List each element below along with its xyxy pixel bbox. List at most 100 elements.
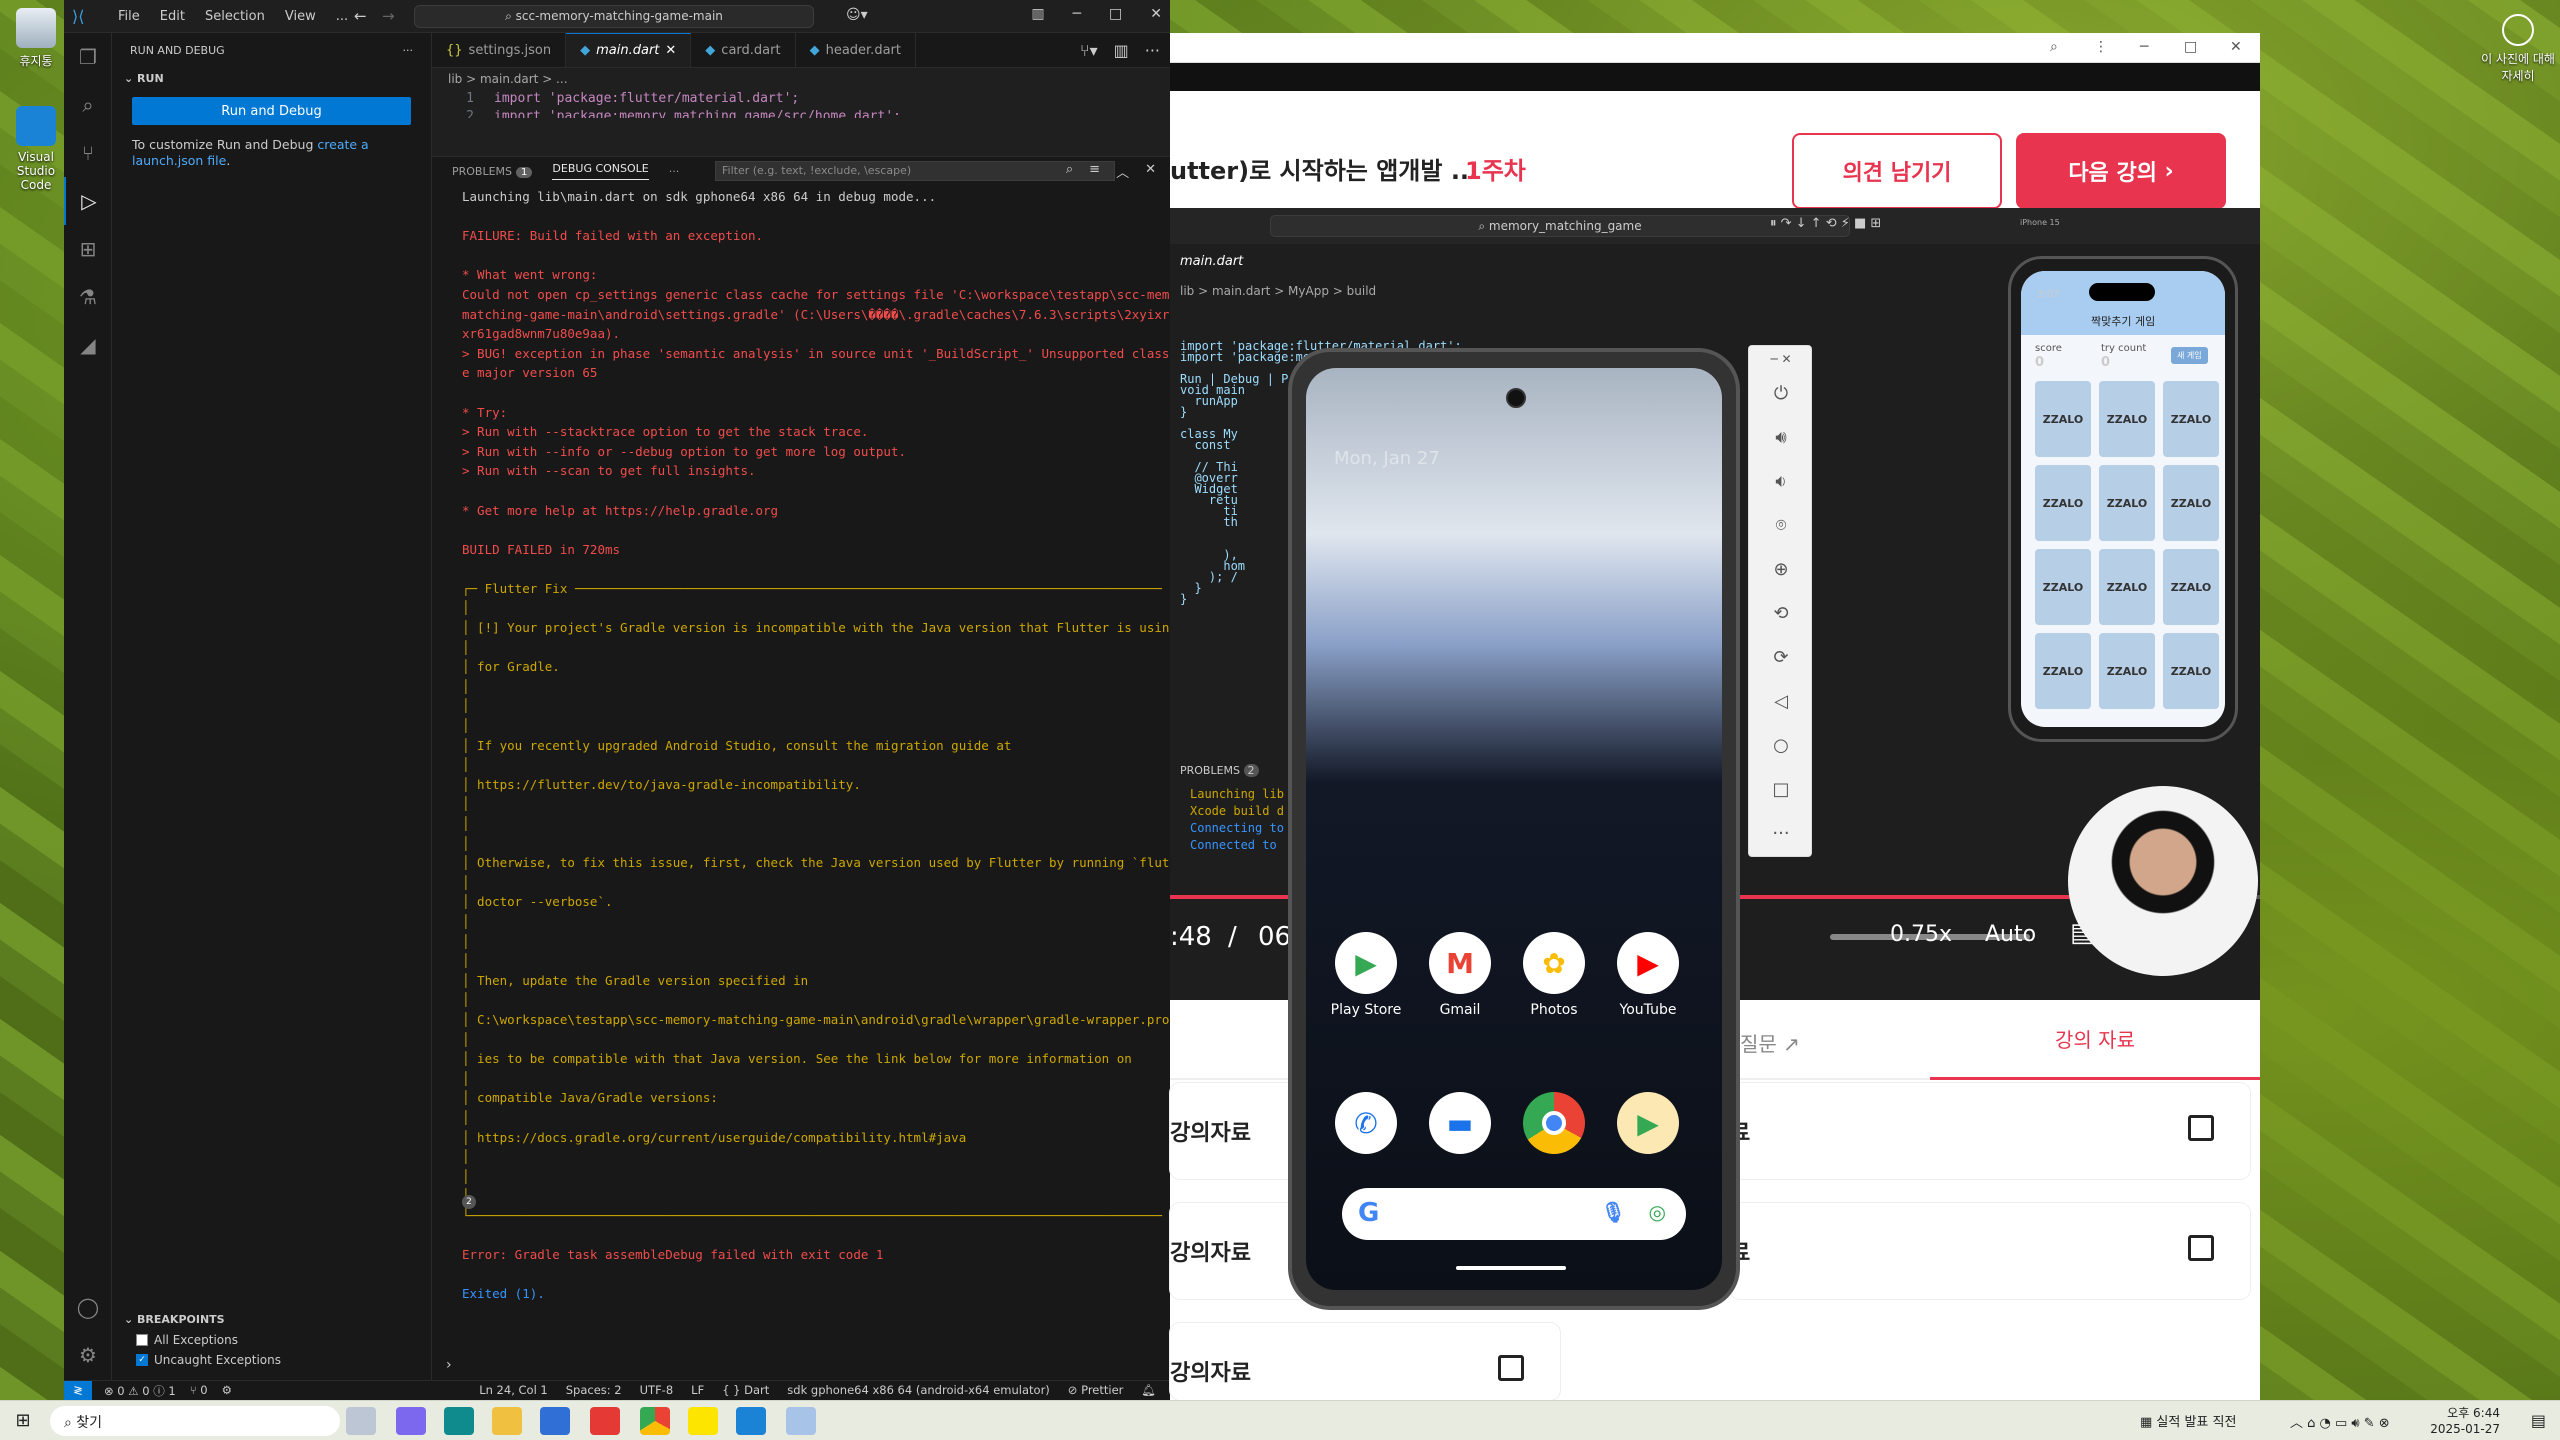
maximize-panel-icon[interactable]: ︿: [1116, 162, 1129, 181]
playback-speed[interactable]: 0.75x: [1890, 922, 1952, 947]
cursor-position[interactable]: Ln 24, Col 1: [479, 1383, 548, 1397]
tab-questions[interactable]: 질문 ↗: [1740, 1028, 1800, 1057]
source-control-icon[interactable]: ⑂: [64, 129, 112, 177]
memory-card[interactable]: ZZALO: [2163, 633, 2219, 709]
quality-selector[interactable]: Auto: [1985, 922, 2036, 947]
volume-up-icon[interactable]: 🔊︎: [1749, 416, 1813, 460]
close-icon[interactable]: ✕: [1150, 6, 1162, 22]
taskbar-search[interactable]: ⌕ 찾기: [50, 1406, 340, 1436]
android-screen[interactable]: Mon, Jan 27 ▶ Play Store M Gmail ✿ Photos ▶…: [1306, 368, 1722, 1290]
run-section-title[interactable]: ⌄ RUN: [112, 68, 431, 89]
collapsed-lines-badge[interactable]: 2: [462, 1195, 476, 1209]
tab-card-dart[interactable]: ◆ card.dart: [691, 33, 796, 67]
minimize-icon[interactable]: ─: [2140, 39, 2148, 55]
command-center[interactable]: ⌕ scc-memory-matching-game-main: [414, 5, 814, 28]
zoom-icon[interactable]: ⊕: [1749, 548, 1813, 592]
app-play-store-2[interactable]: ▶: [1608, 1092, 1688, 1162]
memory-card[interactable]: ZZALO: [2035, 381, 2091, 457]
learn-about-picture[interactable]: 이 사진에 대해 자세히: [2480, 14, 2556, 84]
checkbox-unchecked[interactable]: [136, 1334, 148, 1346]
task-view-icon[interactable]: [346, 1407, 376, 1435]
news-widget[interactable]: ▦ 실적 발표 직전: [2140, 1411, 2236, 1430]
extensions-icon[interactable]: ⊞: [64, 225, 112, 273]
ios-screen[interactable]: 3:07 짝맞추기 게임 score 0 try count 0 새 게임 ZZ…: [2021, 271, 2225, 727]
close-panel-icon[interactable]: ✕: [1145, 162, 1156, 181]
close-icon[interactable]: ✕: [2230, 39, 2242, 55]
app-photos[interactable]: ✿ Photos: [1514, 932, 1594, 1018]
more-actions-icon[interactable]: ···: [403, 44, 414, 57]
volume-down-icon[interactable]: 🔉︎: [1749, 460, 1813, 504]
rotate-right-icon[interactable]: ⟳: [1749, 636, 1813, 680]
app-play-store[interactable]: ▶ Play Store: [1326, 932, 1406, 1018]
file-explorer-icon[interactable]: [492, 1407, 522, 1435]
app-gmail[interactable]: M Gmail: [1420, 932, 1500, 1018]
memory-card[interactable]: ZZALO: [2035, 549, 2091, 625]
menu-selection[interactable]: Selection: [195, 9, 275, 24]
app-messages[interactable]: ▬: [1420, 1092, 1500, 1162]
app-phone[interactable]: ✆: [1326, 1092, 1406, 1162]
explorer-icon[interactable]: ❐: [64, 33, 112, 81]
clear-console-icon[interactable]: ≡: [1089, 162, 1100, 181]
more-icon[interactable]: ···: [1145, 41, 1160, 60]
split-editor-icon[interactable]: ▥: [1114, 41, 1129, 60]
find-icon[interactable]: ⌕: [1066, 162, 1073, 181]
close-tab-icon[interactable]: ✕: [665, 43, 676, 58]
run-debug-icon[interactable]: ▷: [64, 177, 112, 225]
kebab-menu-icon[interactable]: ⋮: [2094, 39, 2108, 55]
run-dropdown-icon[interactable]: ⑂▾: [1080, 41, 1098, 60]
microphone-icon[interactable]: 🎙︎: [1601, 1200, 1626, 1224]
more-icon[interactable]: ···: [1749, 812, 1813, 856]
app-icon[interactable]: [786, 1407, 816, 1435]
breakpoints-title[interactable]: ⌄ BREAKPOINTS: [112, 1309, 432, 1330]
next-lecture-button[interactable]: 다음 강의 ›: [2016, 133, 2226, 209]
home-icon[interactable]: ○: [1749, 724, 1813, 768]
app-chrome[interactable]: [1514, 1092, 1594, 1162]
google-search-bar[interactable]: G 🎙︎ ◎: [1342, 1188, 1686, 1240]
memory-card[interactable]: ZZALO: [2035, 465, 2091, 541]
search-icon[interactable]: ⌕: [64, 81, 112, 129]
problems-status[interactable]: ⊗ 0 ⚠ 0 ⓘ 1: [104, 1383, 176, 1399]
flutter-icon[interactable]: ◢: [64, 321, 112, 369]
system-tray-icons[interactable]: ︿ ⌂ ◔ ▭ 🔊︎ ✎ ⊗: [2290, 1412, 2390, 1431]
ports-status[interactable]: ⑂ 0: [190, 1383, 208, 1399]
lens-icon[interactable]: ◎: [1649, 1200, 1666, 1224]
debug-console-output[interactable]: Launching lib\main.dart on sdk gphone64 …: [462, 187, 1200, 1304]
checkbox-checked[interactable]: ✓: [136, 1354, 148, 1366]
copilot-icon[interactable]: ☺▾: [846, 7, 868, 23]
memory-card[interactable]: ZZALO: [2099, 465, 2155, 541]
debug-status-icon[interactable]: ⚙: [222, 1383, 232, 1399]
power-icon[interactable]: ⏻: [1749, 372, 1813, 416]
rotate-left-icon[interactable]: ⟲: [1749, 592, 1813, 636]
memory-card[interactable]: ZZALO: [2163, 465, 2219, 541]
search-icon[interactable]: ⌕: [2050, 39, 2058, 55]
material-card[interactable]: 료: [1730, 1083, 2250, 1179]
forward-arrow-icon[interactable]: →: [382, 7, 395, 25]
menu-file[interactable]: File: [108, 9, 150, 24]
emulator-window-controls[interactable]: ─ ✕: [1749, 346, 1813, 372]
console-input-chevron-icon[interactable]: ›: [446, 1357, 452, 1373]
maximize-icon[interactable]: □: [1109, 6, 1122, 22]
tab-debug-console[interactable]: DEBUG CONSOLE: [552, 162, 649, 180]
memory-card[interactable]: ZZALO: [2163, 549, 2219, 625]
console-filter-input[interactable]: Filter (e.g. text, !exclude, \escape): [715, 161, 1115, 181]
minimize-icon[interactable]: ─: [1073, 6, 1081, 22]
gesture-nav-bar[interactable]: [1456, 1266, 1566, 1270]
desktop-icon-recycle-bin[interactable]: 휴지통: [2, 8, 70, 69]
breakpoint-uncaught-exceptions[interactable]: ✓ Uncaught Exceptions: [112, 1350, 432, 1370]
run-and-debug-button[interactable]: Run and Debug: [132, 97, 411, 125]
menu-view[interactable]: View: [275, 9, 326, 24]
manage-gear-icon[interactable]: ⚙: [64, 1331, 112, 1379]
testing-icon[interactable]: ⚗: [64, 273, 112, 321]
memory-card[interactable]: ZZALO: [2163, 381, 2219, 457]
feedback-button[interactable]: 의견 남기기: [1792, 133, 2002, 209]
indentation[interactable]: Spaces: 2: [566, 1383, 622, 1397]
notification-icon[interactable]: ▤: [2531, 1411, 2546, 1430]
memory-card[interactable]: ZZALO: [2035, 633, 2091, 709]
tab-main-dart[interactable]: ◆ main.dart ✕: [566, 33, 692, 67]
screenshot-icon[interactable]: ⌾: [1749, 504, 1813, 548]
mail-icon[interactable]: [540, 1407, 570, 1435]
maximize-icon[interactable]: □: [2184, 39, 2197, 55]
remote-icon[interactable]: ≷: [64, 1381, 92, 1401]
copilot-icon[interactable]: [396, 1407, 426, 1435]
menu-edit[interactable]: Edit: [150, 9, 195, 24]
